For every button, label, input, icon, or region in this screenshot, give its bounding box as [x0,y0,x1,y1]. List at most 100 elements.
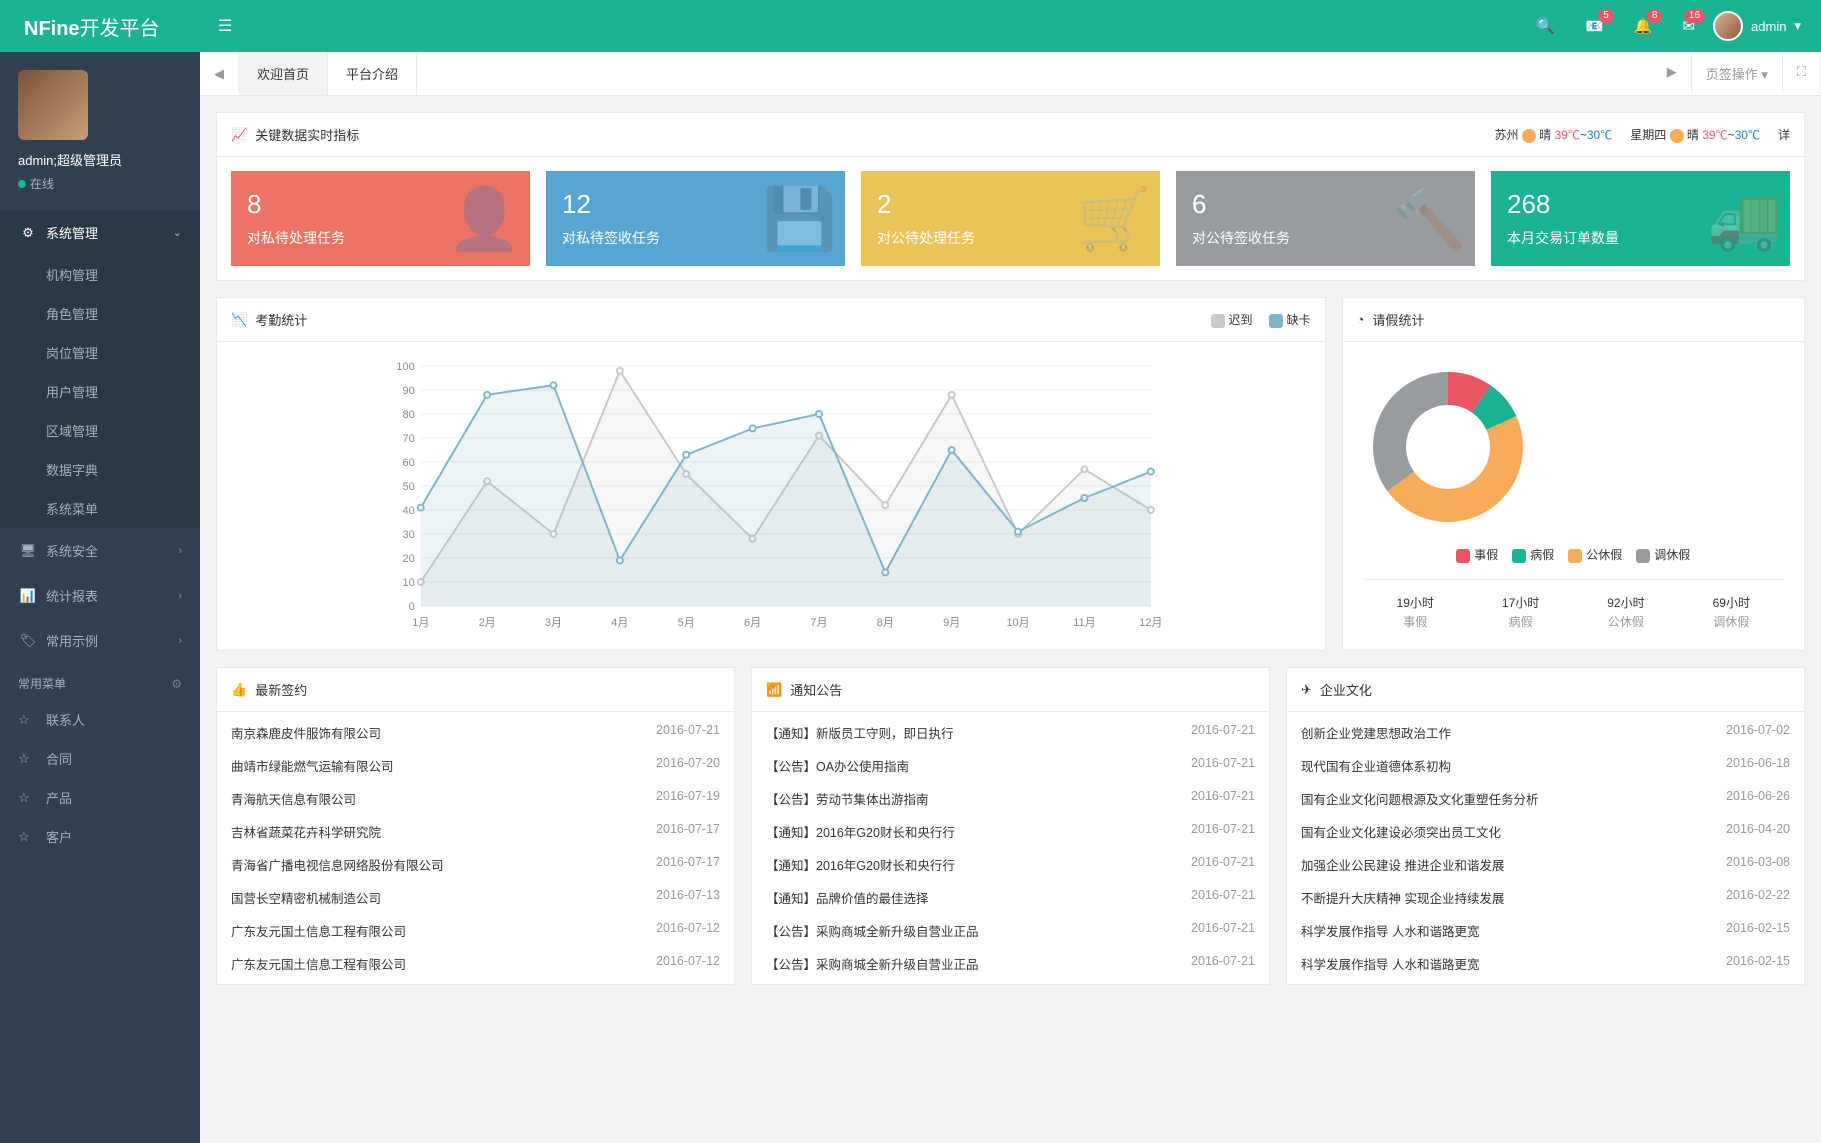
donut-chart [1363,362,1533,532]
list-item[interactable]: 南京森鹿皮件服饰有限公司2016-07-21 [231,716,720,749]
profile-name: admin;超级管理员 [18,150,182,169]
key-metrics-panel: 📈 关键数据实时指标 苏州 晴 39℃~30℃星期四 晴 39℃~30℃详 8对… [216,112,1805,281]
svg-text:30: 30 [403,529,415,541]
gear-icon[interactable]: ⚙ [171,677,182,691]
nav-label: 系统管理 [46,223,98,242]
weather-block: 星期四 晴 39℃~30℃ [1630,126,1760,143]
legend-item: 公休假 [1568,546,1622,563]
svg-text:10月: 10月 [1006,617,1029,629]
svg-text:20: 20 [403,553,415,565]
svg-text:7月: 7月 [810,617,827,629]
sidebar-item[interactable]: 角色管理 [0,294,200,333]
list-item[interactable]: 广东友元国土信息工程有限公司2016-07-12 [231,914,720,947]
nav-icon: 📊 [18,588,38,604]
list-item[interactable]: 【公告】OA办公使用指南2016-07-21 [766,749,1255,782]
list-panel-notices: 📶通知公告 【通知】新版员工守则，即日执行2016-07-21【公告】OA办公使… [751,667,1270,985]
metric-card[interactable]: 6对公待签收任务🔨 [1176,171,1475,266]
nav-label: 系统安全 [46,541,98,560]
svg-text:6月: 6月 [744,617,761,629]
card-bg-icon: 💾 [762,183,837,254]
fav-item[interactable]: ☆联系人 [0,700,200,739]
metric-card[interactable]: 12对私待签收任务💾 [546,171,845,266]
list-item[interactable]: 青海省广播电视信息网络股份有限公司2016-07-17 [231,848,720,881]
chevron-down-icon: ⌄ [173,226,182,239]
list-item[interactable]: 国有企业文化问题根源及文化重塑任务分析2016-06-26 [1301,782,1790,815]
list-item[interactable]: 【通知】新版员工守则，即日执行2016-07-21 [766,716,1255,749]
list-item[interactable]: 青海航天信息有限公司2016-07-19 [231,782,720,815]
list-panel-contracts: 👍最新签约 南京森鹿皮件服饰有限公司2016-07-21曲靖市绿能燃气运输有限公… [216,667,735,985]
svg-text:0: 0 [409,601,415,613]
list-item[interactable]: 【公告】劳动节集体出游指南2016-07-21 [766,782,1255,815]
svg-text:40: 40 [403,505,415,517]
tab-ops[interactable]: 页签操作 ▾ [1692,54,1783,93]
list-item[interactable]: 【通知】品牌价值的最佳选择2016-07-21 [766,881,1255,914]
nav-icon: 🖥 [18,543,38,559]
mail-icon[interactable]: 📧5 [1573,7,1616,45]
legend-item: 缺卡 [1269,311,1311,328]
brand: NFine开发平台 [0,12,200,41]
list-item[interactable]: 创新企业党建思想政治工作2016-07-02 [1301,716,1790,749]
sidebar-item[interactable]: 系统菜单 [0,489,200,528]
bell-badge: 8 [1647,9,1663,23]
list-item[interactable]: 曲靖市绿能燃气运输有限公司2016-07-20 [231,749,720,782]
list-item[interactable]: 吉林省蔬菜花卉科学研究院2016-07-17 [231,815,720,848]
list-item[interactable]: 【公告】采购商城全新升级自营业正品2016-07-21 [766,947,1255,980]
card-bg-icon: 🔨 [1392,183,1467,254]
tab-intro[interactable]: 平台介绍 [328,52,417,95]
tab-next[interactable]: ▶ [1653,54,1692,93]
metric-card[interactable]: 2对公待处理任务🛒 [861,171,1160,266]
panel-title: 企业文化 [1320,680,1372,699]
leave-donut-panel: ◔ 请假统计 事假病假公休假调休假 19小时事假17小时病假92小时公休假69小… [1342,297,1805,651]
list-item[interactable]: 加强企业公民建设 推进企业和谐发展2016-03-08 [1301,848,1790,881]
list-item[interactable]: 科学发展作指导 人水和谐路更宽2016-02-15 [1301,947,1790,980]
sidebar-item[interactable]: 用户管理 [0,372,200,411]
sidebar-item[interactable]: 📊统计报表› [0,573,200,618]
sidebar-item[interactable]: 数据字典 [0,450,200,489]
sidebar-item[interactable]: 🖥系统安全› [0,528,200,573]
panel-icon: 📶 [766,682,782,698]
donut-stat: 69小时调休假 [1713,594,1750,630]
panel-title: 考勤统计 [255,310,307,329]
list-item[interactable]: 科学发展作指导 人水和谐路更宽2016-02-15 [1301,914,1790,947]
metric-card[interactable]: 8对私待处理任务👤 [231,171,530,266]
topbar: NFine开发平台 ☰ 🔍 📧5 🔔8 ✉16 admin ▾ [0,0,1821,52]
user-menu[interactable]: admin ▾ [1713,11,1801,41]
more-link[interactable]: 详 [1778,126,1790,143]
menu-toggle[interactable]: ☰ [200,16,250,36]
sidebar-item[interactable]: 区域管理 [0,411,200,450]
list-item[interactable]: 现代国有企业道德体系初构2016-06-18 [1301,749,1790,782]
message-icon[interactable]: ✉16 [1670,7,1707,45]
card-bg-icon: 🚚 [1707,183,1782,254]
attendance-chart-panel: 📉 考勤统计 迟到缺卡 01020304050607080901001月2月3月… [216,297,1326,651]
tab-prev[interactable]: ◀ [200,56,239,92]
fav-item[interactable]: ☆客户 [0,817,200,856]
bell-icon[interactable]: 🔔8 [1622,7,1665,45]
nav-label: 常用示例 [46,631,98,650]
nav-system-mgmt[interactable]: ⚙ 系统管理 ⌄ [0,210,200,255]
sidebar-item[interactable]: 机构管理 [0,255,200,294]
chevron-down-icon: ▾ [1794,18,1801,34]
list-item[interactable]: 【公告】采购商城全新升级自营业正品2016-07-21 [766,914,1255,947]
fav-item[interactable]: ☆合同 [0,739,200,778]
list-item[interactable]: 国有企业文化建设必须突出员工文化2016-04-20 [1301,815,1790,848]
tab-welcome[interactable]: 欢迎首页 [239,52,328,95]
list-item[interactable]: 【通知】2016年G20财长和央行行2016-07-21 [766,815,1255,848]
sidebar-item[interactable]: 岗位管理 [0,333,200,372]
list-item[interactable]: 国营长空精密机械制造公司2016-07-13 [231,881,720,914]
sidebar-item[interactable]: 🏷常用示例› [0,618,200,663]
list-item[interactable]: 不断提升大庆精神 实现企业持续发展2016-02-22 [1301,881,1790,914]
metric-card[interactable]: 268本月交易订单数量🚚 [1491,171,1790,266]
card-bg-icon: 🛒 [1077,183,1152,254]
card-bg-icon: 👤 [447,183,522,254]
svg-text:80: 80 [403,409,415,421]
profile: admin;超级管理员 在线 [0,52,200,210]
fav-item[interactable]: ☆产品 [0,778,200,817]
list-item[interactable]: 【通知】2016年G20财长和央行行2016-07-21 [766,848,1255,881]
svg-text:4月: 4月 [611,617,628,629]
search-icon[interactable]: 🔍 [1524,7,1567,45]
nav-icon: 🏷 [18,633,38,649]
list-item[interactable]: 广东友元国土信息工程有限公司2016-07-12 [231,947,720,980]
svg-text:100: 100 [396,361,414,373]
fullscreen-icon[interactable]: ⛶ [1783,54,1821,93]
user-name: admin [1751,19,1786,34]
